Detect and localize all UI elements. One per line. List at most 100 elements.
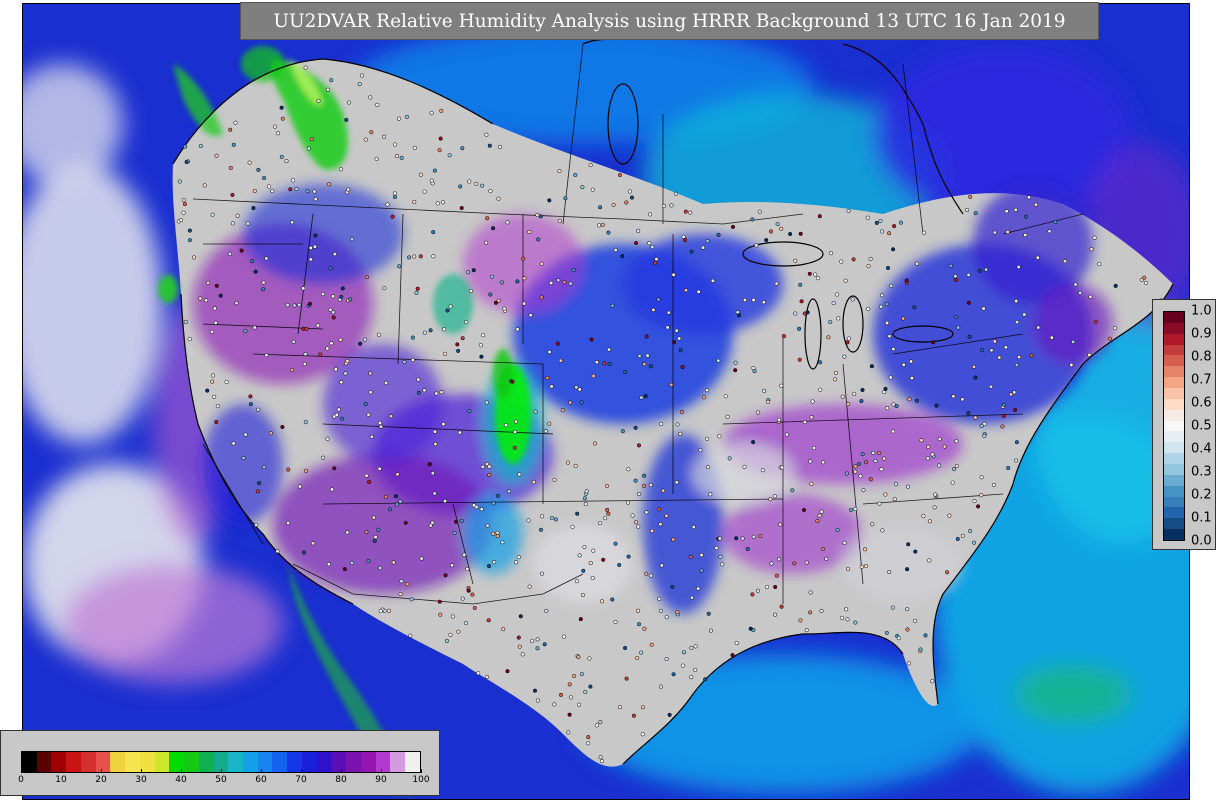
innovation-tick-label: 0.3 [1191, 464, 1212, 480]
station-marker [620, 254, 625, 259]
station-marker [1093, 319, 1099, 324]
station-marker [445, 308, 450, 313]
station-marker [1001, 413, 1006, 418]
station-marker [204, 298, 209, 303]
station-marker [846, 566, 851, 572]
station-marker [286, 467, 291, 472]
station-marker [262, 175, 267, 181]
humidity-color-band [228, 752, 244, 772]
station-marker [562, 634, 567, 639]
humidity-tick-label: 70 [295, 775, 307, 785]
station-marker [452, 530, 457, 535]
station-marker [661, 203, 667, 209]
station-marker [636, 622, 642, 627]
station-marker [239, 248, 244, 253]
station-marker [437, 148, 442, 153]
station-marker [1005, 229, 1010, 235]
station-marker [459, 205, 464, 211]
humidity-color-band [390, 752, 406, 772]
humidity-analysis-map [22, 3, 1190, 800]
station-marker [481, 333, 486, 338]
station-marker [213, 320, 218, 325]
station-marker [467, 408, 472, 414]
station-marker [717, 536, 722, 541]
station-marker [613, 541, 618, 546]
station-marker [405, 582, 410, 587]
station-marker [368, 95, 373, 100]
station-marker [280, 116, 285, 121]
station-marker [883, 386, 888, 391]
station-marker [809, 481, 814, 486]
station-marker [679, 409, 684, 414]
station-marker [653, 260, 658, 266]
station-marker [321, 455, 326, 460]
station-marker [514, 560, 519, 565]
innovation-color-band [1164, 507, 1184, 519]
station-marker [730, 224, 736, 229]
humidity-color-band [360, 752, 376, 772]
station-marker [466, 588, 471, 593]
humidity-color-band [110, 752, 126, 772]
station-marker [429, 178, 434, 183]
station-marker [474, 181, 479, 186]
station-marker [419, 556, 424, 561]
station-marker [563, 196, 568, 201]
station-marker [805, 310, 810, 315]
station-marker [495, 530, 500, 535]
station-marker [294, 187, 299, 192]
humidity-color-band [36, 752, 52, 772]
station-marker [291, 178, 296, 183]
innovation-color-band [1164, 322, 1184, 334]
station-marker [485, 216, 490, 221]
station-marker [624, 200, 629, 205]
station-marker [642, 483, 647, 488]
station-marker [828, 320, 833, 325]
station-marker [501, 627, 506, 632]
station-marker [891, 429, 896, 434]
station-marker [228, 127, 233, 132]
station-marker [797, 357, 802, 362]
station-marker [261, 280, 266, 285]
humidity-tick-label: 90 [375, 775, 387, 785]
station-marker [309, 137, 314, 142]
station-marker [675, 610, 680, 615]
station-marker [584, 489, 589, 494]
station-marker [210, 212, 215, 217]
humidity-color-band [66, 752, 81, 772]
station-marker [633, 425, 638, 430]
station-marker [439, 108, 444, 113]
station-marker [755, 588, 760, 593]
station-marker [329, 78, 334, 83]
station-marker [898, 220, 904, 225]
station-marker [187, 228, 192, 233]
humidity-color-band [51, 752, 67, 772]
station-marker [576, 654, 581, 660]
station-marker [547, 421, 552, 426]
station-marker [568, 281, 573, 286]
station-marker [780, 465, 785, 470]
station-marker [404, 114, 410, 119]
station-marker [710, 278, 715, 283]
station-marker [866, 264, 871, 269]
innovation-tick-label: 0.4 [1191, 441, 1212, 457]
humidity-tick-mark [301, 769, 302, 773]
station-marker [651, 307, 656, 312]
humidity-color-band [346, 752, 361, 772]
station-marker [378, 424, 384, 429]
station-marker [212, 306, 217, 311]
station-marker [328, 307, 333, 312]
station-marker [640, 705, 645, 710]
station-marker [689, 675, 694, 680]
station-marker [266, 184, 272, 189]
station-marker [218, 293, 223, 298]
station-marker [291, 339, 296, 344]
station-marker [909, 359, 914, 364]
station-marker [865, 215, 870, 220]
station-marker [1014, 458, 1019, 463]
station-marker [302, 361, 307, 367]
station-marker [555, 341, 560, 346]
station-marker [853, 506, 858, 512]
station-marker [734, 640, 739, 645]
station-marker [447, 153, 452, 158]
station-marker [648, 364, 653, 369]
